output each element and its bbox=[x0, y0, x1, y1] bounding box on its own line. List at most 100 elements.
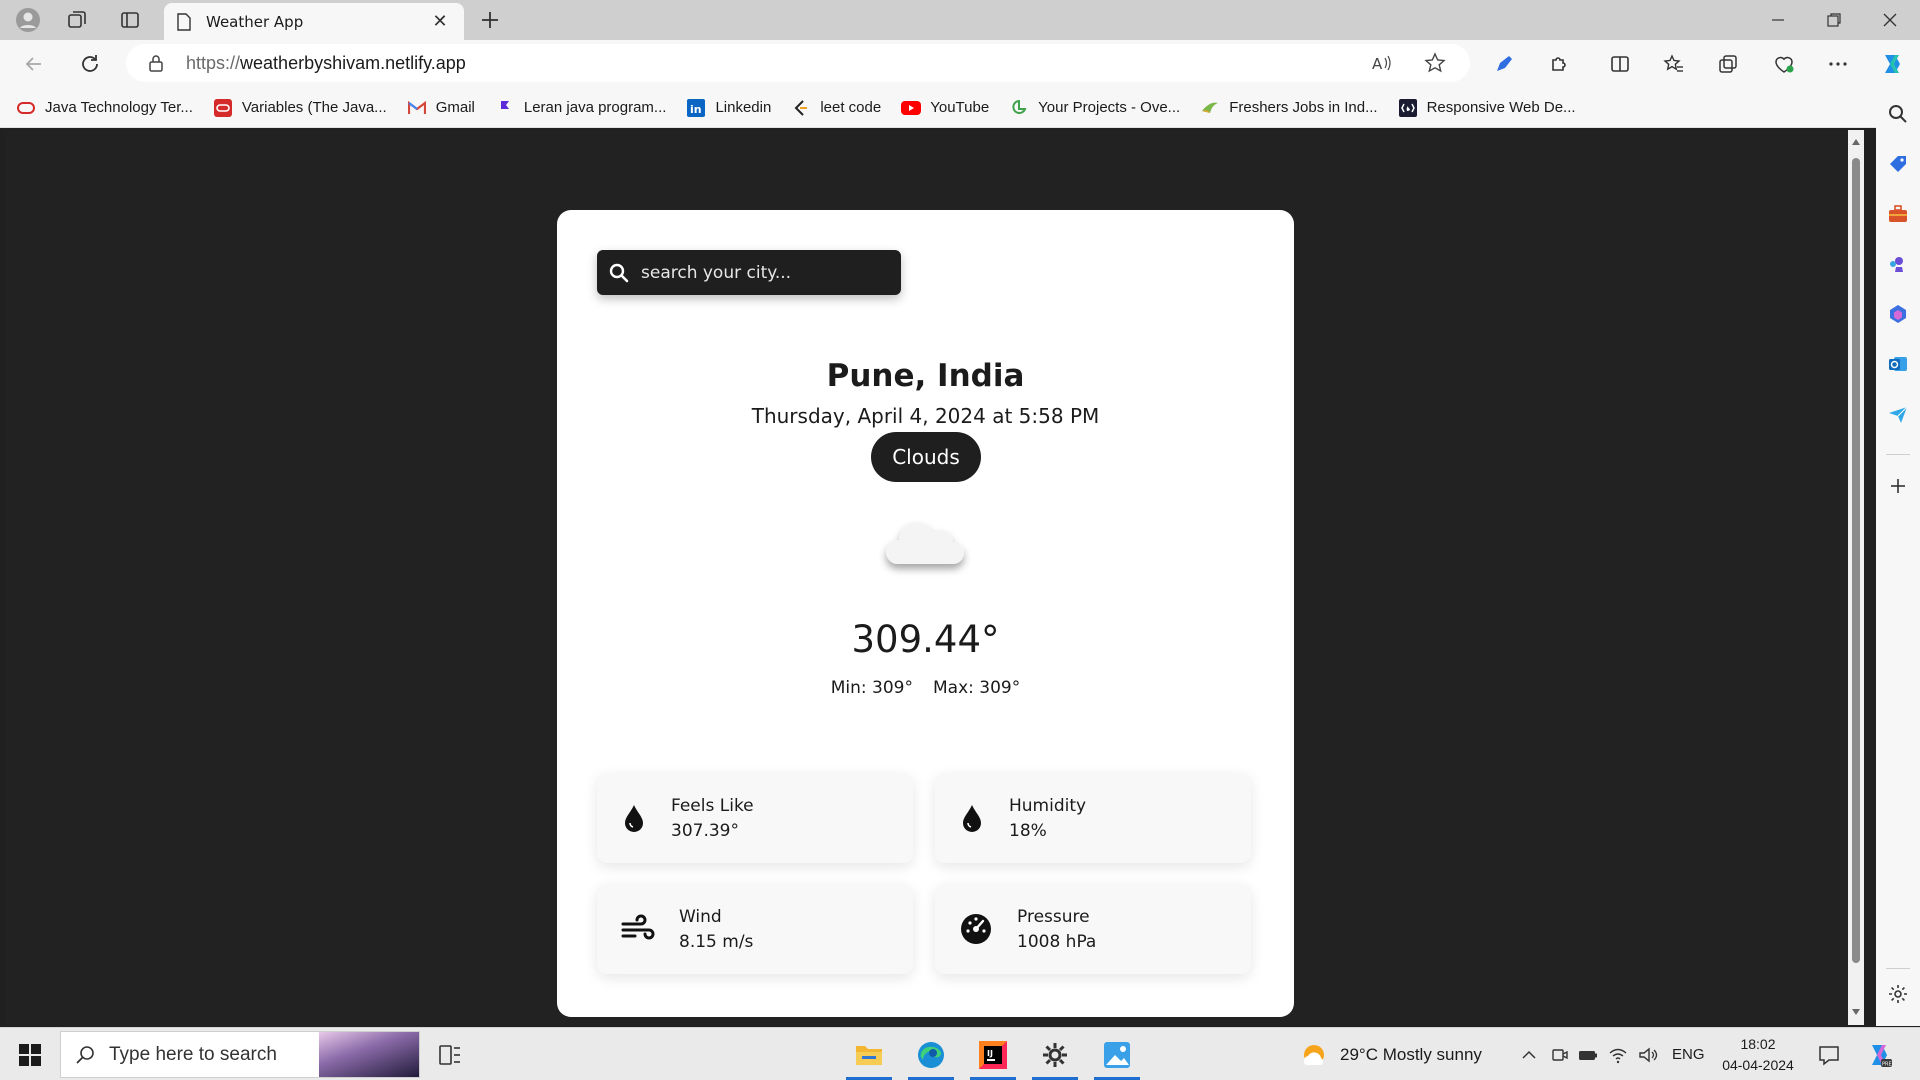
jobs-icon bbox=[1200, 98, 1220, 118]
taskbar-weather[interactable]: 29°C Mostly sunny bbox=[1300, 1028, 1482, 1080]
svg-text:IJ: IJ bbox=[987, 1049, 993, 1058]
condition-badge: Clouds bbox=[871, 432, 981, 482]
bookmark-gmail[interactable]: Gmail bbox=[407, 98, 475, 118]
droplet-icon bbox=[597, 803, 671, 833]
sidebar-search-icon[interactable] bbox=[1884, 100, 1912, 128]
edge-icon[interactable] bbox=[904, 1030, 958, 1080]
windows-start-icon[interactable] bbox=[10, 1038, 50, 1072]
url-text: https://weatherbyshivam.netlify.app bbox=[186, 52, 466, 73]
sidebar-divider-bottom bbox=[1886, 968, 1910, 969]
pen-icon[interactable] bbox=[1488, 48, 1520, 80]
intellij-icon[interactable]: IJ bbox=[966, 1030, 1020, 1080]
battery-icon[interactable] bbox=[1578, 1046, 1598, 1064]
system-tray: ENG bbox=[1520, 1028, 1705, 1080]
min-max-temperature: Min: 309° Max: 309° bbox=[557, 678, 1294, 698]
bookmark-variables-java[interactable]: Variables (The Java... bbox=[213, 98, 387, 118]
leetcode-icon bbox=[791, 98, 811, 118]
local-datetime: Thursday, April 4, 2024 at 5:58 PM bbox=[751, 404, 1100, 428]
scroll-down-icon[interactable] bbox=[1851, 1008, 1861, 1016]
page-scrollbar[interactable] bbox=[1848, 130, 1864, 1025]
split-screen-icon[interactable] bbox=[1604, 48, 1636, 80]
bookmark-responsive-web[interactable]: Responsive Web De... bbox=[1398, 98, 1576, 118]
copilot-preview-icon[interactable]: PRE bbox=[1852, 1030, 1906, 1080]
youtube-icon bbox=[901, 98, 922, 118]
favorites-icon[interactable] bbox=[1658, 48, 1690, 80]
taskbar-search-placeholder: Type here to search bbox=[109, 1043, 277, 1065]
copilot-icon[interactable] bbox=[1876, 48, 1908, 80]
edge-sidebar bbox=[1876, 88, 1920, 1026]
profile-icon[interactable] bbox=[14, 6, 42, 34]
minimize-icon[interactable] bbox=[1750, 0, 1806, 40]
restore-icon[interactable] bbox=[1806, 0, 1862, 40]
city-search-box[interactable] bbox=[597, 250, 901, 295]
sidebar-divider bbox=[1886, 454, 1910, 455]
bookmark-java-technology[interactable]: Java Technology Ter... bbox=[16, 98, 193, 118]
svg-text:PRE: PRE bbox=[1882, 1062, 1892, 1068]
wind-value: 8.15 m/s bbox=[679, 931, 754, 952]
scroll-up-icon[interactable] bbox=[1851, 138, 1861, 146]
search-icon[interactable] bbox=[597, 263, 641, 283]
meet-now-icon[interactable] bbox=[1550, 1046, 1568, 1064]
shopping-tag-icon[interactable] bbox=[1884, 150, 1912, 178]
svg-text:in: in bbox=[690, 103, 702, 116]
outlook-icon[interactable] bbox=[1884, 350, 1912, 378]
back-icon[interactable] bbox=[18, 48, 50, 80]
close-tab-icon[interactable]: ✕ bbox=[428, 11, 452, 32]
city-name: Pune, India bbox=[826, 358, 1025, 394]
favorites-bar: Java Technology Ter... Variables (The Ja… bbox=[0, 88, 1920, 128]
lock-icon[interactable] bbox=[148, 54, 164, 72]
notifications-icon[interactable] bbox=[1802, 1030, 1856, 1080]
volume-icon[interactable] bbox=[1638, 1046, 1658, 1064]
oracle-red-icon bbox=[213, 98, 233, 118]
tab-weather-app[interactable]: Weather App ✕ bbox=[164, 3, 464, 40]
bookmark-freshers-jobs[interactable]: Freshers Jobs in Ind... bbox=[1200, 98, 1378, 118]
new-tab-icon[interactable] bbox=[476, 6, 504, 34]
wind-icon bbox=[597, 914, 679, 944]
vertical-tabs-icon[interactable] bbox=[116, 6, 144, 34]
microsoft-365-icon[interactable] bbox=[1884, 300, 1912, 328]
svg-text:A: A bbox=[1372, 55, 1383, 73]
show-hidden-icons-icon[interactable] bbox=[1520, 1046, 1538, 1064]
extensions-icon[interactable] bbox=[1542, 48, 1574, 80]
add-sidebar-icon[interactable] bbox=[1884, 472, 1912, 500]
read-aloud-icon[interactable]: A bbox=[1370, 52, 1392, 78]
bookmark-leran-java[interactable]: Leran java program... bbox=[495, 98, 666, 118]
min-temperature: Min: 309° bbox=[830, 678, 913, 698]
workspaces-icon[interactable] bbox=[63, 6, 91, 34]
tools-briefcase-icon[interactable] bbox=[1884, 200, 1912, 228]
feels-like-card: Feels Like 307.39° bbox=[597, 773, 913, 863]
current-temperature: 309.44° bbox=[851, 618, 1000, 661]
more-menu-icon[interactable] bbox=[1822, 48, 1854, 80]
bookmark-youtube[interactable]: YouTube bbox=[901, 98, 989, 118]
favorite-star-icon[interactable] bbox=[1424, 52, 1446, 78]
collections-icon[interactable] bbox=[1712, 48, 1744, 80]
refresh-icon[interactable] bbox=[74, 48, 106, 80]
feels-like-value: 307.39° bbox=[671, 820, 739, 841]
taskbar-search-box[interactable]: Type here to search bbox=[60, 1031, 420, 1078]
browser-essentials-icon[interactable] bbox=[1768, 48, 1800, 80]
file-explorer-icon[interactable] bbox=[842, 1030, 896, 1080]
clock-time: 18:02 bbox=[1740, 1036, 1776, 1052]
games-icon[interactable] bbox=[1884, 250, 1912, 278]
bookmark-your-projects[interactable]: Your Projects - Ove... bbox=[1009, 98, 1180, 118]
url-field[interactable]: https://weatherbyshivam.netlify.app A bbox=[126, 44, 1470, 82]
bookmark-leet-code[interactable]: leet code bbox=[791, 98, 881, 118]
drop-send-icon[interactable] bbox=[1884, 400, 1912, 428]
bookmark-linkedin[interactable]: in Linkedin bbox=[686, 98, 771, 118]
tab-bar: Weather App ✕ bbox=[0, 0, 1920, 40]
sidebar-settings-icon[interactable] bbox=[1884, 980, 1912, 1008]
scrollbar-thumb[interactable] bbox=[1852, 158, 1860, 963]
max-temperature: Max: 309° bbox=[933, 678, 1021, 698]
task-view-icon[interactable] bbox=[423, 1030, 477, 1080]
weather-card: Pune, India Thursday, April 4, 2024 at 5… bbox=[557, 210, 1294, 1017]
windows-taskbar: Type here to search IJ 29°C Mostly sunny… bbox=[0, 1027, 1920, 1080]
input-language[interactable]: ENG bbox=[1672, 1046, 1705, 1063]
city-search-input[interactable] bbox=[641, 262, 881, 283]
projects-icon bbox=[1009, 98, 1029, 118]
close-window-icon[interactable] bbox=[1862, 0, 1918, 40]
settings-gear-icon[interactable] bbox=[1028, 1030, 1082, 1080]
wifi-icon[interactable] bbox=[1608, 1046, 1628, 1064]
taskbar-clock[interactable]: 18:02 04-04-2024 bbox=[1712, 1034, 1804, 1076]
photos-icon[interactable] bbox=[1090, 1030, 1144, 1080]
pressure-card: Pressure 1008 hPa bbox=[935, 884, 1251, 974]
